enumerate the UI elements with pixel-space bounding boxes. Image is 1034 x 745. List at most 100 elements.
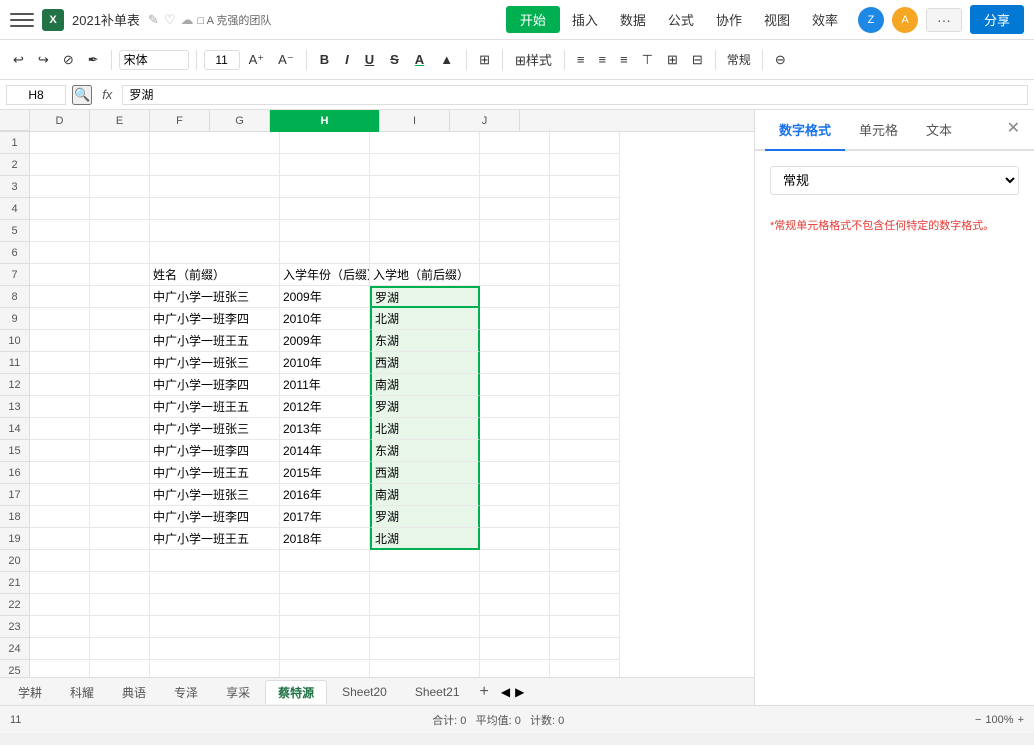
cell-f12[interactable]: 中广小学一班李四	[150, 374, 280, 396]
cell-h12[interactable]: 南湖	[370, 374, 480, 396]
cell-d5[interactable]	[30, 220, 90, 242]
cell-e8[interactable]	[90, 286, 150, 308]
cell-d20[interactable]	[30, 550, 90, 572]
cell-i23[interactable]	[480, 616, 550, 638]
format-brush-button[interactable]: ✒	[83, 49, 104, 71]
cell-i5[interactable]	[480, 220, 550, 242]
fill-color-button[interactable]: ▲	[434, 49, 459, 70]
cell-h3[interactable]	[370, 176, 480, 198]
cell-j4[interactable]	[550, 198, 620, 220]
tab-number-format[interactable]: 数字格式	[765, 110, 845, 151]
cell-d11[interactable]	[30, 352, 90, 374]
align-top-button[interactable]: ⊤	[637, 49, 658, 71]
cell-g22[interactable]	[280, 594, 370, 616]
row-header-7[interactable]: 7	[0, 264, 30, 286]
cell-f21[interactable]	[150, 572, 280, 594]
cell-h1[interactable]	[370, 132, 480, 154]
cell-i21[interactable]	[480, 572, 550, 594]
menu-collab[interactable]: 协作	[706, 6, 752, 33]
cell-j10[interactable]	[550, 330, 620, 352]
cell-h17[interactable]: 南湖	[370, 484, 480, 506]
cell-d13[interactable]	[30, 396, 90, 418]
cell-i1[interactable]	[480, 132, 550, 154]
cell-i9[interactable]	[480, 308, 550, 330]
add-sheet-button[interactable]: +	[475, 683, 494, 701]
cell-i11[interactable]	[480, 352, 550, 374]
row-header-15[interactable]: 15	[0, 440, 30, 462]
strikethrough-button[interactable]: S	[384, 49, 405, 70]
cell-j20[interactable]	[550, 550, 620, 572]
menu-formula[interactable]: 公式	[658, 6, 704, 33]
cell-f6[interactable]	[150, 242, 280, 264]
cell-g19[interactable]: 2018年	[280, 528, 370, 550]
cell-e13[interactable]	[90, 396, 150, 418]
cell-f13[interactable]: 中广小学一班王五	[150, 396, 280, 418]
row-header-23[interactable]: 23	[0, 616, 30, 638]
font-size-input[interactable]	[204, 50, 240, 70]
cell-g23[interactable]	[280, 616, 370, 638]
cell-g20[interactable]	[280, 550, 370, 572]
sheet-tab-典语[interactable]: 典语	[109, 680, 159, 704]
cell-e14[interactable]	[90, 418, 150, 440]
row-header-18[interactable]: 18	[0, 506, 30, 528]
cell-i13[interactable]	[480, 396, 550, 418]
cell-f22[interactable]	[150, 594, 280, 616]
cell-j8[interactable]	[550, 286, 620, 308]
cell-h7[interactable]: 入学地（前后缀）	[370, 264, 480, 286]
cell-g3[interactable]	[280, 176, 370, 198]
cell-h6[interactable]	[370, 242, 480, 264]
cell-f7[interactable]: 姓名（前缀）	[150, 264, 280, 286]
cell-j19[interactable]	[550, 528, 620, 550]
cell-d9[interactable]	[30, 308, 90, 330]
row-header-1[interactable]: 1	[0, 132, 30, 154]
cell-g25[interactable]	[280, 660, 370, 677]
sheet-tab-学耕[interactable]: 学耕	[5, 680, 55, 704]
cell-j1[interactable]	[550, 132, 620, 154]
align-right-button[interactable]: ≡	[615, 49, 633, 70]
cell-f4[interactable]	[150, 198, 280, 220]
cell-g5[interactable]	[280, 220, 370, 242]
cell-i7[interactable]	[480, 264, 550, 286]
row-header-20[interactable]: 20	[0, 550, 30, 572]
cell-j3[interactable]	[550, 176, 620, 198]
cell-e6[interactable]	[90, 242, 150, 264]
cell-f8[interactable]: 中广小学一班张三	[150, 286, 280, 308]
cell-j13[interactable]	[550, 396, 620, 418]
grid-container[interactable]: 1234567891011121314151617181920212223242…	[0, 132, 754, 677]
cell-j6[interactable]	[550, 242, 620, 264]
cell-i4[interactable]	[480, 198, 550, 220]
underline-button[interactable]: U	[359, 49, 380, 70]
cell-e4[interactable]	[90, 198, 150, 220]
col-header-i[interactable]: I	[380, 110, 450, 132]
font-color-button[interactable]: A	[409, 49, 430, 70]
cell-h5[interactable]	[370, 220, 480, 242]
cell-h9[interactable]: 北湖	[370, 308, 480, 330]
zoom-control[interactable]: − 100% +	[975, 714, 1024, 726]
cell-i6[interactable]	[480, 242, 550, 264]
cell-g15[interactable]: 2014年	[280, 440, 370, 462]
cell-f11[interactable]: 中广小学一班张三	[150, 352, 280, 374]
row-header-4[interactable]: 4	[0, 198, 30, 220]
cell-d2[interactable]	[30, 154, 90, 176]
cell-e22[interactable]	[90, 594, 150, 616]
cell-e7[interactable]	[90, 264, 150, 286]
cell-f23[interactable]	[150, 616, 280, 638]
cell-f3[interactable]	[150, 176, 280, 198]
cell-h14[interactable]: 北湖	[370, 418, 480, 440]
cell-e3[interactable]	[90, 176, 150, 198]
row-header-2[interactable]: 2	[0, 154, 30, 176]
cell-f17[interactable]: 中广小学一班张三	[150, 484, 280, 506]
cell-h18[interactable]: 罗湖	[370, 506, 480, 528]
format-select[interactable]: 常规 数字 货币 日期 时间 百分比 文本	[770, 166, 1019, 195]
col-header-j[interactable]: J	[450, 110, 520, 132]
row-header-13[interactable]: 13	[0, 396, 30, 418]
font-increase-button[interactable]: A⁺	[244, 49, 270, 71]
share-button[interactable]: 分享	[970, 5, 1024, 34]
cell-e20[interactable]	[90, 550, 150, 572]
cell-g1[interactable]	[280, 132, 370, 154]
cell-f9[interactable]: 中广小学一班李四	[150, 308, 280, 330]
cell-i22[interactable]	[480, 594, 550, 616]
cell-f19[interactable]: 中广小学一班王五	[150, 528, 280, 550]
cell-d19[interactable]	[30, 528, 90, 550]
wrap-button[interactable]: ⊞	[662, 49, 683, 71]
